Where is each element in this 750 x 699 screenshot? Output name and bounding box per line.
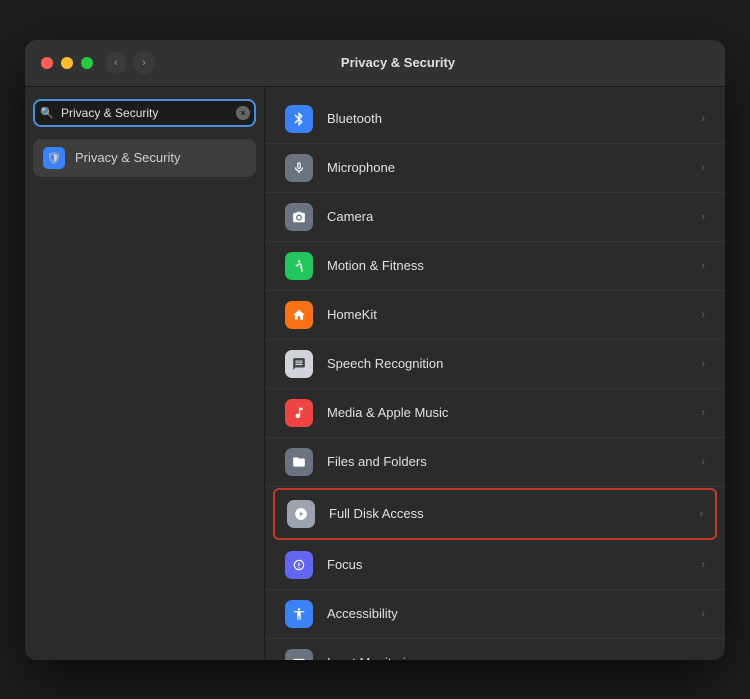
bluetooth-label: Bluetooth [327,111,701,126]
privacy-security-icon: 🛡 [43,147,65,169]
speech-recognition-label: Speech Recognition [327,356,701,371]
sidebar-item-privacy-security[interactable]: 🛡 Privacy & Security [33,139,256,177]
media-apple-music-chevron: › [701,407,705,419]
files-folders-chevron: › [701,456,705,468]
settings-item-files-folders[interactable]: Files and Folders › [265,438,725,487]
system-preferences-window: ‹ › Privacy & Security 🔍 × 🛡 Privacy & S… [25,40,725,660]
motion-fitness-icon [285,252,313,280]
files-folders-label: Files and Folders [327,454,701,469]
accessibility-chevron: › [701,608,705,620]
search-icon: 🔍 [40,106,54,119]
full-disk-access-chevron: › [699,508,703,520]
titlebar: ‹ › Privacy & Security [25,40,725,87]
minimize-button[interactable] [61,57,73,69]
focus-icon [285,551,313,579]
microphone-label: Microphone [327,160,701,175]
bluetooth-chevron: › [701,113,705,125]
microphone-chevron: › [701,162,705,174]
input-monitoring-label: Input Monitoring [327,655,701,660]
full-disk-access-label: Full Disk Access [329,506,699,521]
bluetooth-icon [285,105,313,133]
search-clear-button[interactable]: × [236,106,250,120]
traffic-lights [41,57,93,69]
close-button[interactable] [41,57,53,69]
settings-item-input-monitoring[interactable]: Input Monitoring › [265,639,725,660]
files-folders-icon [285,448,313,476]
settings-item-camera[interactable]: Camera › [265,193,725,242]
sidebar: 🔍 × 🛡 Privacy & Security [25,87,265,660]
focus-label: Focus [327,557,701,572]
motion-fitness-label: Motion & Fitness [327,258,701,273]
settings-item-speech-recognition[interactable]: Speech Recognition › [265,340,725,389]
content-area: 🔍 × 🛡 Privacy & Security Blu [25,87,725,660]
sidebar-item-label: Privacy & Security [75,150,180,165]
settings-item-homekit[interactable]: HomeKit › [265,291,725,340]
homekit-chevron: › [701,309,705,321]
main-content: Bluetooth › Microphone › [265,87,725,660]
settings-item-bluetooth[interactable]: Bluetooth › [265,95,725,144]
full-disk-access-icon [287,500,315,528]
camera-chevron: › [701,211,705,223]
camera-label: Camera [327,209,701,224]
settings-item-motion-fitness[interactable]: Motion & Fitness › [265,242,725,291]
settings-item-media-apple-music[interactable]: Media & Apple Music › [265,389,725,438]
input-monitoring-chevron: › [701,657,705,660]
settings-item-accessibility[interactable]: Accessibility › [265,590,725,639]
settings-list: Bluetooth › Microphone › [265,87,725,660]
motion-fitness-chevron: › [701,260,705,272]
search-container: 🔍 × [33,99,256,127]
microphone-icon [285,154,313,182]
settings-item-focus[interactable]: Focus › [265,541,725,590]
media-apple-music-label: Media & Apple Music [327,405,701,420]
accessibility-label: Accessibility [327,606,701,621]
speech-recognition-icon [285,350,313,378]
accessibility-icon [285,600,313,628]
camera-icon [285,203,313,231]
media-apple-music-icon [285,399,313,427]
focus-chevron: › [701,559,705,571]
input-monitoring-icon [285,649,313,660]
homekit-label: HomeKit [327,307,701,322]
search-input[interactable] [33,99,256,127]
speech-recognition-chevron: › [701,358,705,370]
window-title: Privacy & Security [87,55,709,70]
settings-item-microphone[interactable]: Microphone › [265,144,725,193]
homekit-icon [285,301,313,329]
settings-item-full-disk-access[interactable]: Full Disk Access › [273,488,717,540]
